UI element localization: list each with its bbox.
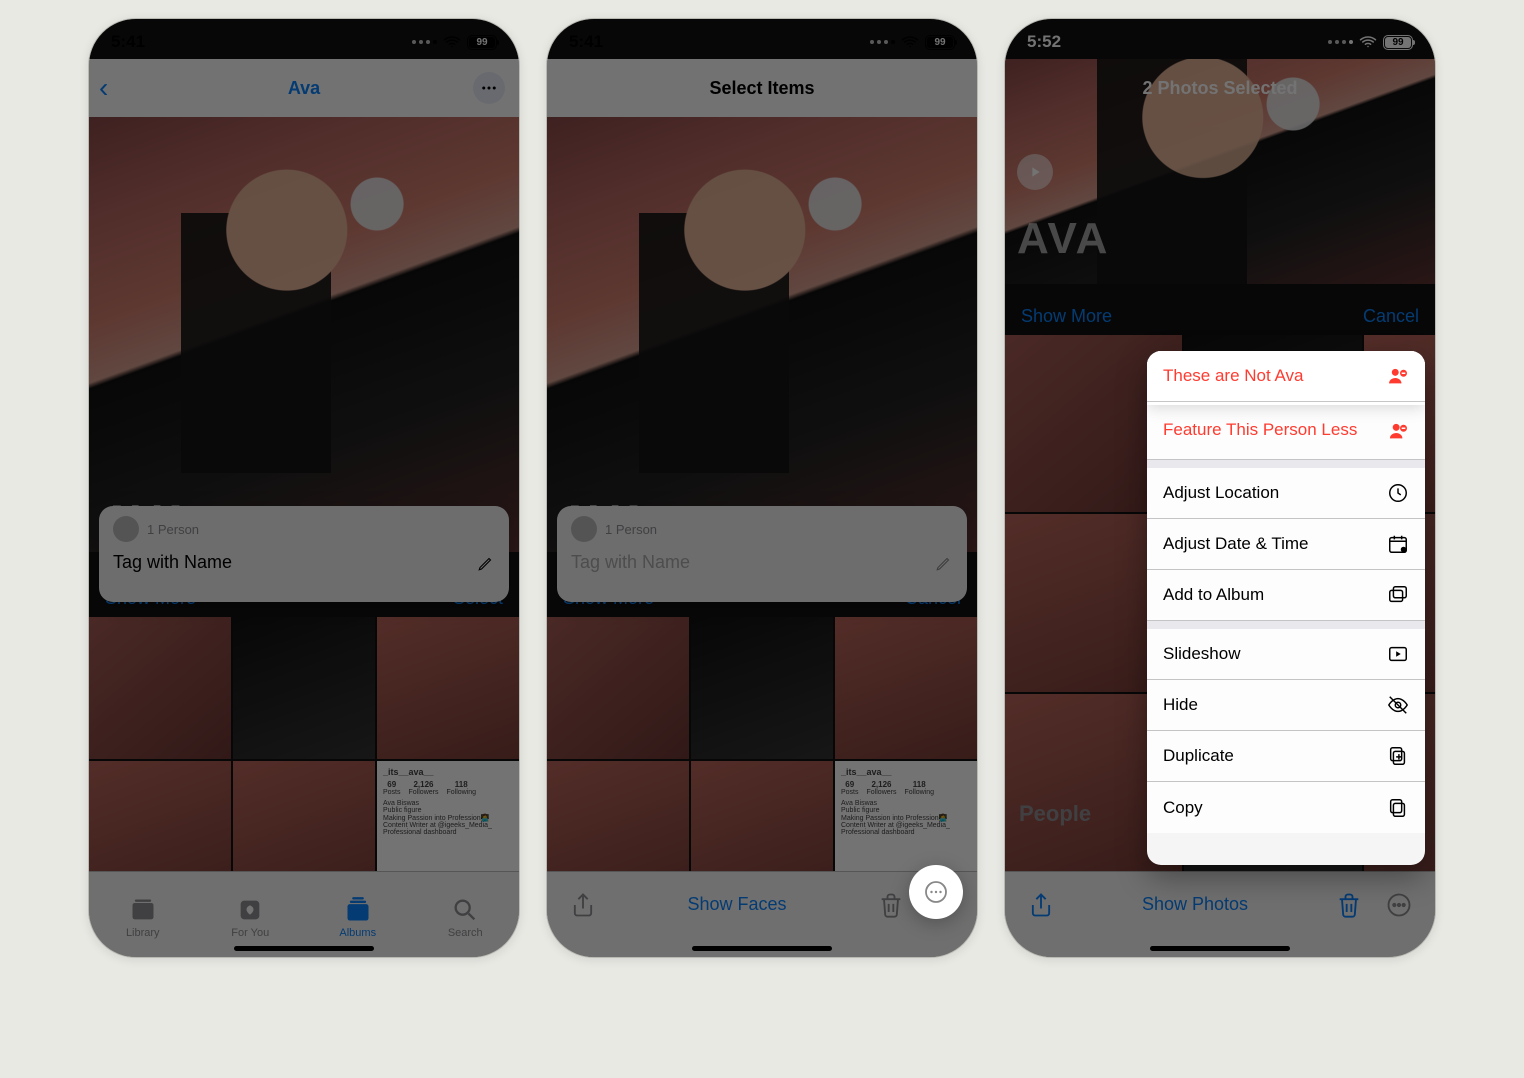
- screen-2-select-items: 5:41 99 Select Items AVA 1 Person Tag wi…: [546, 18, 978, 958]
- photo-grid: _its__ava__ 69Posts 2,126Followers 118Fo…: [547, 617, 977, 871]
- trash-icon[interactable]: [1335, 891, 1363, 919]
- nav-title: 2 Photos Selected: [1142, 78, 1297, 99]
- ig-handle: _its__ava__: [383, 767, 513, 777]
- hero-figure: [89, 117, 519, 552]
- context-menu: These are Not Ava Feature This Person Le…: [1147, 351, 1425, 865]
- status-time: 5:41: [111, 32, 145, 52]
- tag-name-field[interactable]: Tag with Name: [571, 552, 690, 573]
- foryou-icon: [236, 896, 264, 924]
- people-header: People: [1019, 801, 1091, 827]
- ellipsis-icon: [480, 79, 498, 97]
- menu-copy[interactable]: Copy: [1147, 782, 1425, 833]
- albums-icon: [344, 896, 372, 924]
- status-bar: 5:52 99: [1005, 19, 1435, 59]
- slideshow-icon: [1387, 643, 1409, 665]
- copy-icon: [1387, 797, 1409, 819]
- photo-thumbnail[interactable]: [691, 617, 833, 759]
- hero-photo[interactable]: AVA 1 Person Tag with Name: [547, 117, 977, 552]
- trash-icon[interactable]: [877, 891, 905, 919]
- pencil-icon: [935, 554, 953, 572]
- photo-thumbnail[interactable]: [233, 617, 375, 759]
- menu-add-album[interactable]: Add to Album: [1147, 570, 1425, 621]
- library-icon: [129, 896, 157, 924]
- person-remove-icon: [1387, 365, 1409, 387]
- menu-feature-less[interactable]: Feature This Person Less: [1147, 402, 1425, 460]
- menu-slideshow[interactable]: Slideshow: [1147, 629, 1425, 680]
- photo-thumbnail[interactable]: [89, 617, 231, 759]
- more-fab-highlight[interactable]: [909, 865, 963, 919]
- album-add-icon: [1387, 584, 1409, 606]
- pencil-icon: [477, 554, 495, 572]
- nav-bar: 2 Photos Selected: [1005, 59, 1435, 117]
- tag-name-sheet: 1 Person Tag with Name: [557, 506, 967, 602]
- hero-figure: [547, 117, 977, 552]
- show-photos-button[interactable]: Show Photos: [1142, 894, 1248, 915]
- status-time: 5:41: [569, 32, 603, 52]
- tag-sheet-head: 1 Person: [147, 522, 199, 537]
- tab-library[interactable]: Library: [89, 872, 197, 957]
- share-icon[interactable]: [569, 891, 597, 919]
- tag-name-field[interactable]: Tag with Name: [113, 552, 232, 573]
- show-faces-button[interactable]: Show Faces: [687, 894, 786, 915]
- person-big-name: AVA: [1017, 214, 1109, 264]
- duplicate-icon: [1387, 745, 1409, 767]
- photo-thumbnail[interactable]: [835, 617, 977, 759]
- battery-indicator: 99: [467, 35, 497, 50]
- screen-1-person-album: 5:41 99 ‹ Ava AVA 1 Person Tag with Name: [88, 18, 520, 958]
- search-icon: [451, 896, 479, 924]
- screen-3-context-menu: 5:52 99 2 Photos Selected AVA Show More …: [1004, 18, 1436, 958]
- nav-title: Select Items: [709, 78, 814, 99]
- calendar-icon: [1387, 533, 1409, 555]
- tag-sheet-head: 1 Person: [605, 522, 657, 537]
- hero-photo[interactable]: AVA 1 Person Tag with Name: [89, 117, 519, 552]
- nav-title: Ava: [288, 78, 320, 99]
- show-more-link[interactable]: Show More: [1021, 306, 1112, 327]
- menu-hide[interactable]: Hide: [1147, 680, 1425, 731]
- play-memory-button[interactable]: [1017, 154, 1053, 190]
- home-indicator[interactable]: [692, 946, 832, 951]
- home-indicator[interactable]: [234, 946, 374, 951]
- status-bar: 5:41 99: [89, 19, 519, 59]
- home-indicator[interactable]: [1150, 946, 1290, 951]
- more-circle-icon[interactable]: [1385, 891, 1413, 919]
- more-button[interactable]: [473, 72, 505, 104]
- cancel-link[interactable]: Cancel: [1363, 306, 1419, 327]
- photo-grid: _its__ava__ 69Posts 2,126Followers 118Fo…: [89, 617, 519, 871]
- menu-not-this-person[interactable]: These are Not Ava: [1147, 351, 1425, 402]
- cellular-dots: [412, 40, 437, 44]
- tag-sheet-avatar: [571, 516, 597, 542]
- tag-sheet-avatar: [113, 516, 139, 542]
- nav-bar: ‹ Ava: [89, 59, 519, 117]
- battery-indicator: 99: [1383, 35, 1413, 50]
- selection-toolbar: Show Photos: [1005, 871, 1435, 957]
- show-more-cancel-row: Show More Cancel: [1005, 295, 1435, 337]
- menu-duplicate[interactable]: Duplicate: [1147, 731, 1425, 782]
- tab-search[interactable]: Search: [412, 872, 520, 957]
- tab-foryou[interactable]: For You: [197, 872, 305, 957]
- cellular-dots: [870, 40, 895, 44]
- tab-bar: Library For You Albums Search: [89, 871, 519, 957]
- nav-bar: Select Items: [547, 59, 977, 117]
- back-button[interactable]: ‹: [99, 72, 108, 104]
- menu-adjust-date[interactable]: Adjust Date & Time: [1147, 519, 1425, 570]
- battery-indicator: 99: [925, 35, 955, 50]
- tag-name-sheet: 1 Person Tag with Name: [99, 506, 509, 602]
- tab-albums[interactable]: Albums: [304, 872, 412, 957]
- wifi-icon: [443, 33, 461, 51]
- status-bar: 5:41 99: [547, 19, 977, 59]
- wifi-icon: [1359, 33, 1377, 51]
- wifi-icon: [901, 33, 919, 51]
- menu-adjust-location[interactable]: Adjust Location: [1147, 468, 1425, 519]
- share-icon[interactable]: [1027, 891, 1055, 919]
- photo-thumbnail[interactable]: [377, 617, 519, 759]
- photo-thumbnail[interactable]: [547, 617, 689, 759]
- status-time: 5:52: [1027, 32, 1061, 52]
- person-minus-icon: [1387, 420, 1409, 442]
- location-icon: [1387, 482, 1409, 504]
- eye-slash-icon: [1387, 694, 1409, 716]
- cellular-dots: [1328, 40, 1353, 44]
